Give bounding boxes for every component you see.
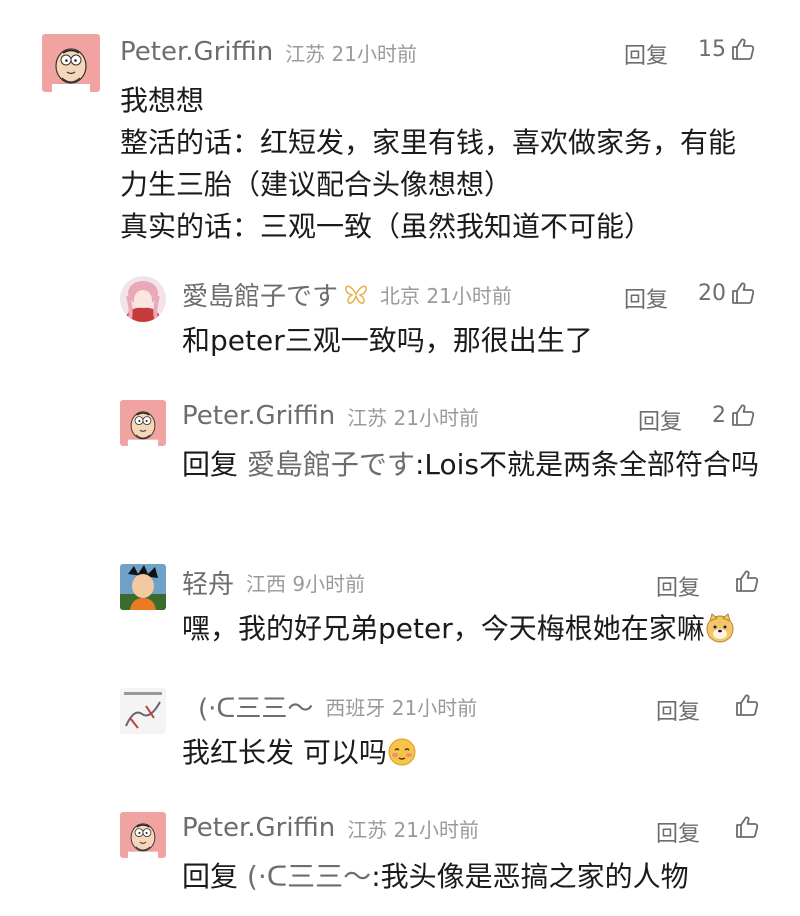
- avatar-image: [120, 812, 166, 858]
- butterfly-badge-icon: [345, 285, 367, 304]
- thumbs-up-icon: [730, 402, 756, 428]
- like-count: 20: [698, 280, 726, 306]
- username[interactable]: 愛島館子です: [182, 276, 338, 313]
- avatar[interactable]: [120, 688, 166, 734]
- comment-body: 我红长发 可以吗: [182, 732, 782, 774]
- like-button[interactable]: 2: [712, 402, 756, 428]
- comment-body: 嘿，我的好兄弟peter，今天梅根她在家嘛: [182, 608, 782, 650]
- like-button[interactable]: 15: [698, 36, 756, 62]
- reply-text: :Lois不就是两条全部符合吗: [414, 448, 759, 481]
- comment-body: 回复 愛島館子です:Lois不就是两条全部符合吗: [182, 444, 762, 486]
- thumbs-up-icon: [734, 692, 760, 718]
- like-button[interactable]: [730, 692, 760, 718]
- comment-meta: Peter.Griffin 江苏 21小时前: [182, 810, 479, 846]
- location-time: 江苏 21小时前: [347, 405, 479, 430]
- comment-meta: Peter.Griffin 江苏 21小时前: [120, 34, 417, 70]
- comment-text: 嘿，我的好兄弟peter，今天梅根她在家嘛: [182, 612, 705, 645]
- avatar-image: [120, 276, 166, 322]
- thumbs-up-icon: [734, 568, 760, 594]
- comment-meta: 轻舟 江西 9小时前: [182, 564, 365, 600]
- avatar-image: [120, 688, 166, 734]
- doge-emoji-icon: [706, 613, 734, 643]
- like-button[interactable]: 20: [698, 280, 756, 306]
- reply-button[interactable]: 回复: [656, 694, 700, 726]
- like-button[interactable]: [730, 814, 760, 840]
- username[interactable]: Peter.Griffin: [182, 813, 335, 843]
- comment-body: 我想想 整活的话：红短发，家里有钱，喜欢做家务，有能力生三胎（建议配合头像想想）…: [120, 84, 737, 243]
- avatar[interactable]: [120, 564, 166, 610]
- reply-button[interactable]: 回复: [624, 38, 668, 70]
- avatar[interactable]: [42, 34, 100, 92]
- reply-prefix: 回复: [182, 448, 239, 481]
- location-time: 北京 21小时前: [380, 283, 512, 308]
- reply-target-user[interactable]: (·ᑕ三三～: [247, 860, 371, 893]
- comment-meta: 愛島館子です 北京 21小时前: [182, 276, 512, 312]
- username[interactable]: Peter.Griffin: [182, 401, 335, 431]
- username[interactable]: 轻舟: [182, 564, 234, 601]
- username[interactable]: (·ᑕ三三～: [198, 688, 313, 725]
- reply-target-user[interactable]: 愛島館子です: [247, 448, 415, 481]
- reply-prefix: 回复: [182, 860, 239, 893]
- comment-body: 和peter三观一致吗，那很出生了: [182, 324, 593, 357]
- comment-meta: Peter.Griffin 江苏 21小时前: [182, 398, 479, 434]
- thumbs-up-icon: [730, 280, 756, 306]
- reply-button[interactable]: 回复: [656, 570, 700, 602]
- reply-button[interactable]: 回复: [656, 816, 700, 848]
- like-button[interactable]: [730, 568, 760, 594]
- location-time: 江苏 21小时前: [285, 41, 417, 66]
- location-time: 江苏 21小时前: [347, 817, 479, 842]
- comment-text: 我红长发 可以吗: [182, 736, 387, 769]
- comment-body: 回复 (·ᑕ三三～:我头像是恶搞之家的人物: [182, 856, 782, 898]
- avatar-image: [120, 564, 166, 610]
- blushing-emoji-icon: [388, 738, 416, 766]
- reply-button[interactable]: 回复: [624, 282, 668, 314]
- location-time: 江西 9小时前: [246, 571, 366, 596]
- reply-text: :我头像是恶搞之家的人物: [371, 860, 689, 893]
- like-count: 15: [698, 36, 726, 62]
- like-count: 2: [712, 402, 726, 428]
- reply-button[interactable]: 回复: [638, 404, 682, 436]
- location-time: 西班牙 21小时前: [325, 695, 478, 720]
- comment-meta: (·ᑕ三三～ 西班牙 21小时前: [198, 688, 477, 724]
- avatar-image: [120, 400, 166, 446]
- thumbs-up-icon: [730, 36, 756, 62]
- username[interactable]: Peter.Griffin: [120, 37, 273, 67]
- avatar[interactable]: [120, 812, 166, 858]
- avatar[interactable]: [120, 276, 166, 322]
- avatar-image: [42, 34, 100, 92]
- avatar[interactable]: [120, 400, 166, 446]
- thumbs-up-icon: [734, 814, 760, 840]
